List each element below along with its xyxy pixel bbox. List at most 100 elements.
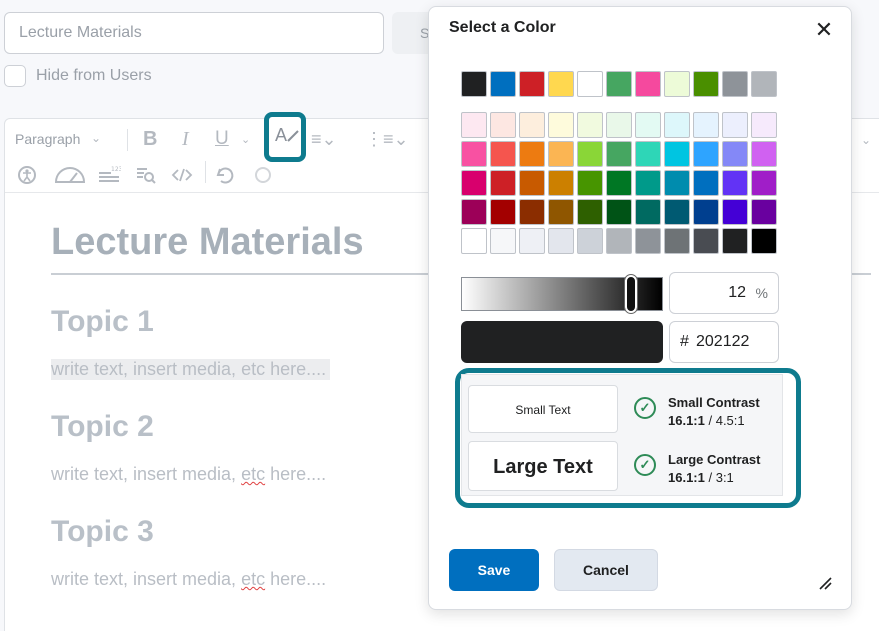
swatch-grid[interactable] xyxy=(606,199,632,225)
text-color-button[interactable]: A xyxy=(264,112,306,162)
swatch-grid[interactable] xyxy=(664,141,690,167)
swatch-preset[interactable] xyxy=(722,71,748,97)
swatch-grid[interactable] xyxy=(490,141,516,167)
source-code-icon[interactable] xyxy=(171,167,193,183)
swatch-grid[interactable] xyxy=(606,112,632,138)
paragraph-text: write text, insert media, xyxy=(51,569,242,589)
swatch-preset[interactable] xyxy=(664,71,690,97)
swatch-preset[interactable] xyxy=(693,71,719,97)
swatch-grid[interactable] xyxy=(461,141,487,167)
swatch-preset[interactable] xyxy=(751,71,777,97)
swatch-grid[interactable] xyxy=(751,141,777,167)
swatch-grid[interactable] xyxy=(548,141,574,167)
swatch-grid[interactable] xyxy=(751,199,777,225)
swatch-preset[interactable] xyxy=(490,71,516,97)
undo-icon[interactable] xyxy=(215,165,235,185)
swatch-grid[interactable] xyxy=(461,228,487,254)
small-contrast-ratio: 16.1:1 / 4.5:1 xyxy=(668,413,745,428)
redo-icon[interactable] xyxy=(253,165,273,185)
swatch-preset[interactable] xyxy=(519,71,545,97)
hex-color-input[interactable]: # 202122 xyxy=(669,321,779,363)
swatch-grid[interactable] xyxy=(664,112,690,138)
swatch-grid[interactable] xyxy=(722,170,748,196)
swatch-grid[interactable] xyxy=(635,199,661,225)
swatch-grid[interactable] xyxy=(722,199,748,225)
swatch-grid[interactable] xyxy=(519,170,545,196)
list-dropdown-icon[interactable]: ⋮≡⌄ xyxy=(365,129,409,150)
swatch-grid[interactable] xyxy=(490,112,516,138)
swatch-preset[interactable] xyxy=(635,71,661,97)
chevron-down-icon[interactable]: ⌄ xyxy=(861,133,871,147)
swatch-grid[interactable] xyxy=(635,112,661,138)
swatch-grid[interactable] xyxy=(490,228,516,254)
lightness-slider[interactable] xyxy=(461,274,663,314)
swatch-preset[interactable] xyxy=(577,71,603,97)
swatch-grid[interactable] xyxy=(693,199,719,225)
swatch-grid[interactable] xyxy=(577,228,603,254)
swatch-grid[interactable] xyxy=(751,170,777,196)
align-dropdown-icon[interactable]: ≡⌄ xyxy=(311,129,337,150)
swatch-grid[interactable] xyxy=(577,112,603,138)
swatch-grid[interactable] xyxy=(519,141,545,167)
swatch-preset[interactable] xyxy=(461,71,487,97)
cancel-button[interactable]: Cancel xyxy=(554,549,658,591)
accessibility-icon[interactable] xyxy=(17,165,37,185)
swatch-grid[interactable] xyxy=(577,141,603,167)
large-contrast-value: 16.1:1 xyxy=(668,470,705,485)
swatch-grid[interactable] xyxy=(693,112,719,138)
gauge-icon[interactable] xyxy=(53,162,87,186)
swatch-grid[interactable] xyxy=(693,228,719,254)
check-circle-icon: ✓ xyxy=(634,454,656,476)
paragraph-format-dropdown[interactable]: Paragraph xyxy=(15,131,80,147)
swatch-grid[interactable] xyxy=(693,170,719,196)
title-input[interactable]: Lecture Materials xyxy=(4,12,384,54)
italic-button[interactable]: I xyxy=(182,128,189,151)
swatch-grid[interactable] xyxy=(606,228,632,254)
swatch-grid[interactable] xyxy=(577,199,603,225)
misspelled-text: etc xyxy=(241,464,266,484)
swatch-grid[interactable] xyxy=(606,141,632,167)
resize-handle-icon[interactable] xyxy=(817,575,833,591)
swatch-grid[interactable] xyxy=(519,199,545,225)
close-icon[interactable]: ✕ xyxy=(813,19,835,41)
swatch-grid[interactable] xyxy=(519,112,545,138)
swatch-grid[interactable] xyxy=(548,112,574,138)
swatch-grid[interactable] xyxy=(664,228,690,254)
swatch-grid[interactable] xyxy=(461,112,487,138)
swatch-grid[interactable] xyxy=(577,170,603,196)
word-count-icon[interactable]: 123 xyxy=(97,165,121,185)
swatch-grid[interactable] xyxy=(548,199,574,225)
swatch-grid[interactable] xyxy=(606,170,632,196)
swatch-grid[interactable] xyxy=(664,170,690,196)
swatch-grid[interactable] xyxy=(548,170,574,196)
find-replace-icon[interactable] xyxy=(135,165,157,185)
swatch-grid[interactable] xyxy=(635,228,661,254)
lightness-percent-input[interactable]: 12 % xyxy=(669,272,779,314)
swatch-grid[interactable] xyxy=(722,141,748,167)
underline-button[interactable]: U xyxy=(215,128,229,150)
swatch-grid[interactable] xyxy=(693,141,719,167)
swatch-grid[interactable] xyxy=(635,141,661,167)
lightness-slider-handle[interactable] xyxy=(624,274,638,314)
swatch-grid[interactable] xyxy=(548,228,574,254)
swatch-preset[interactable] xyxy=(548,71,574,97)
swatch-grid[interactable] xyxy=(461,199,487,225)
save-button[interactable]: Save xyxy=(449,549,539,591)
swatch-grid[interactable] xyxy=(722,228,748,254)
hex-value: 202122 xyxy=(696,333,750,350)
swatch-grid[interactable] xyxy=(751,112,777,138)
swatch-grid[interactable] xyxy=(461,170,487,196)
swatch-grid[interactable] xyxy=(722,112,748,138)
swatch-grid[interactable] xyxy=(664,199,690,225)
swatch-preset[interactable] xyxy=(606,71,632,97)
hide-from-users-row[interactable]: Hide from Users xyxy=(4,64,152,88)
swatch-grid[interactable] xyxy=(751,228,777,254)
bold-button[interactable]: B xyxy=(143,128,157,151)
color-picker-dialog: Select a Color ✕ 12 % # 202122 Small Tex… xyxy=(428,6,852,610)
swatch-grid[interactable] xyxy=(490,199,516,225)
swatch-grid[interactable] xyxy=(490,170,516,196)
large-contrast-label: Large Contrast xyxy=(668,452,761,467)
swatch-grid[interactable] xyxy=(635,170,661,196)
hide-checkbox[interactable] xyxy=(4,65,26,87)
swatch-grid[interactable] xyxy=(519,228,545,254)
